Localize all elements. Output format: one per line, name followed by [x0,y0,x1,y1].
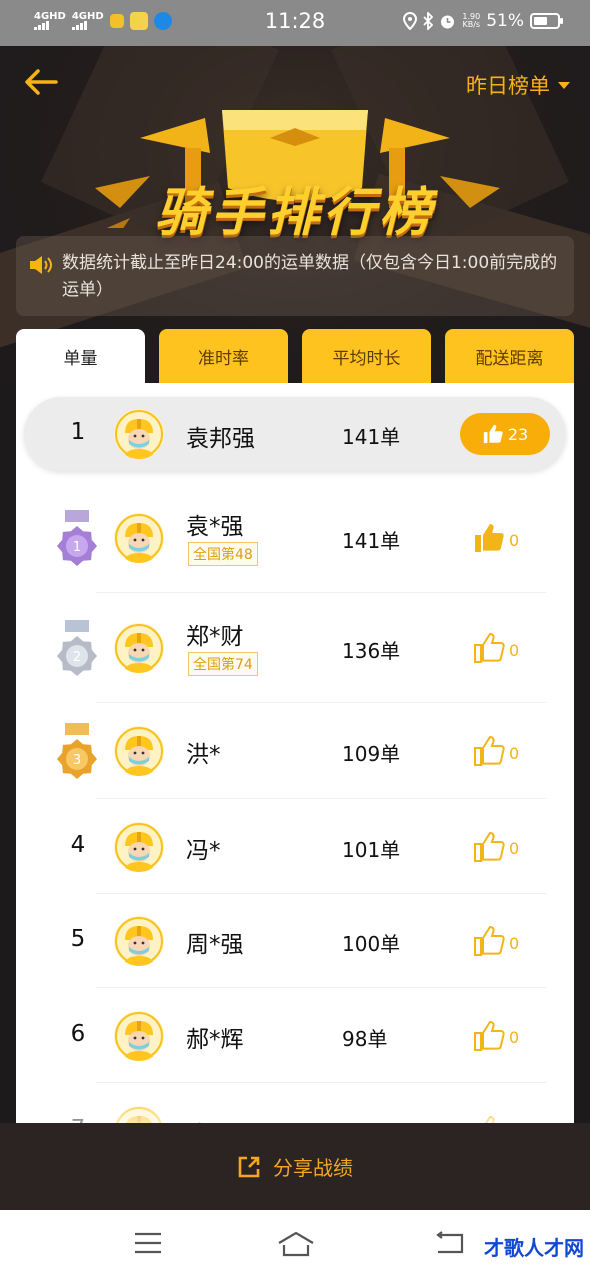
location-icon [403,12,418,30]
national-rank-badge: 全国第74 [188,652,258,676]
period-dropdown[interactable]: 昨日榜单 [466,70,570,100]
order-count: 100单 [342,932,401,956]
my-like-button[interactable]: 23 [460,413,550,455]
my-rank: 1 [70,419,86,445]
notice-banner: 数据统计截止至昨日24:00的运单数据（仅包含今日1:00前完成的运单） [16,236,574,316]
like-button[interactable]: 0 [472,924,519,962]
ranking-list: 1 袁邦强 141单 23 1 袁*强 全国第48 141单 0 2 郑*财 全国第74 136… [16,383,574,1123]
order-count: 101单 [342,837,401,862]
rider-name: 郝*辉 [186,1026,244,1053]
tab-bar: 单量 准时率 平均时长 配送距离 [16,329,574,383]
avatar [114,916,164,966]
thumbs-up-icon [472,734,506,772]
like-button[interactable]: 0 [472,631,519,669]
silver-medal-icon: 2 [56,620,98,676]
order-count: 136单 [342,639,401,663]
status-bar: 4GHD 4GHD 11:28 1.90 KB/s 51% [0,0,590,46]
like-count: 0 [509,1028,520,1047]
rider-name: 冯* [186,837,221,864]
rider-name: 周*强 [186,932,244,958]
ranking-row: 2 郑*财 全国第74 136单 0 [16,593,574,703]
tab-order-count[interactable]: 单量 [16,329,145,383]
avatar [114,1010,164,1061]
system-nav-bar: 才歌人才网 [0,1210,590,1278]
my-like-count: 23 [507,424,529,444]
avatar [114,821,164,872]
rider-name: 袁*强 [186,514,244,540]
thumbs-up-icon [472,631,506,669]
speaker-icon [30,256,52,274]
avatar [114,623,164,673]
share-results-button[interactable]: 分享战绩 [0,1123,590,1210]
share-icon [238,1156,260,1177]
page-title: 骑手排行榜 [154,183,435,243]
back-arrow-icon[interactable] [22,64,62,100]
my-order-count: 141单 [342,425,401,449]
rider-name: 洪* [186,742,221,768]
ranking-row: 5 周*强 100单 0 [16,894,574,988]
avatar [114,726,164,776]
watermark: 才歌人才网 [484,1236,584,1260]
svg-text:2: 2 [73,650,81,665]
like-count: 0 [509,839,520,858]
caret-down-icon [558,81,570,89]
order-count: 98单 [342,1026,388,1051]
like-button[interactable]: 0 [472,830,519,868]
avatar [114,409,164,459]
like-button[interactable]: 0 [472,1019,519,1057]
like-button[interactable]: 0 [472,734,519,772]
like-count: 0 [509,530,520,550]
ranking-row: 6 郝*辉 98单 0 [16,988,574,1083]
menu-icon[interactable] [133,1230,163,1256]
rank-number: 6 [70,1020,86,1047]
tab-on-time-rate[interactable]: 准时率 [159,329,288,383]
thumbs-up-icon [472,521,506,559]
thumbs-up-icon [472,830,506,868]
back-nav-icon[interactable] [434,1230,466,1256]
thumbs-up-icon [472,1019,506,1057]
bluetooth-icon [423,12,434,30]
rank-number: 4 [70,831,86,858]
period-label: 昨日榜单 [466,74,550,98]
my-ranking-row: 1 袁邦强 141单 23 [24,397,566,471]
my-name: 袁邦强 [186,426,255,452]
national-rank-badge: 全国第48 [188,542,258,566]
rank-number: 5 [70,926,86,952]
like-button[interactable]: 0 [472,521,519,559]
like-count: 0 [509,743,520,763]
rider-name: 郑*财 [186,624,244,650]
notice-text: 数据统计截止至昨日24:00的运单数据（仅包含今日1:00前完成的运单） [62,253,558,300]
svg-text:1: 1 [73,540,81,555]
like-count: 0 [509,933,520,953]
order-count: 109单 [342,742,401,766]
alarm-icon [441,15,455,28]
thumbs-up-icon [483,424,503,444]
order-count: 141单 [342,529,401,553]
ranking-row: 3 洪* 109单 0 [16,703,574,799]
ranking-row: 4 冯* 101单 0 [16,799,574,894]
battery-icon [530,13,563,29]
svg-text:3: 3 [73,753,81,768]
tab-average-duration[interactable]: 平均时长 [302,329,431,383]
bronze-medal-icon: 3 [56,723,98,779]
ranking-row: 1 袁*强 全国第48 141单 0 [16,483,574,593]
like-count: 0 [509,640,520,660]
thumbs-up-icon [472,924,506,962]
purple-medal-icon: 1 [56,510,98,566]
home-icon[interactable] [276,1230,316,1258]
battery-percent: 51% [486,11,524,31]
avatar [114,513,164,563]
share-label: 分享战绩 [273,1156,353,1180]
tab-delivery-distance[interactable]: 配送距离 [445,329,574,383]
network-speed: 1.90 KB/s [462,12,481,29]
